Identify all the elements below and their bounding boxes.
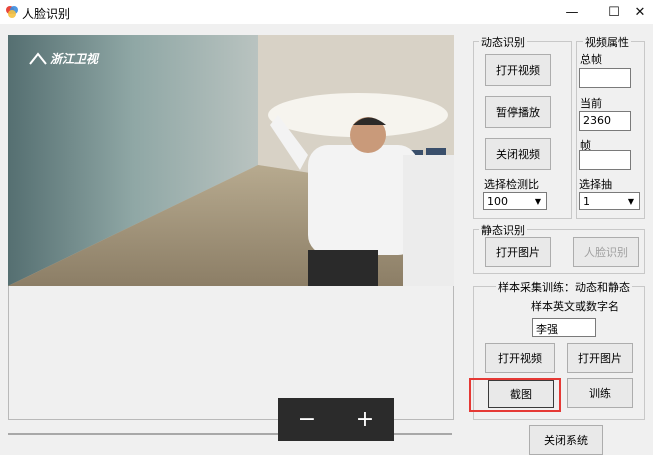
- detection-ratio-select[interactable]: 100 ▼: [483, 192, 547, 210]
- face-recognition-button[interactable]: 人脸识别: [573, 237, 639, 267]
- pause-button[interactable]: 暂停播放: [485, 96, 551, 128]
- close-video-button[interactable]: 关闭视频: [485, 138, 551, 170]
- chevron-down-icon: ▼: [627, 196, 635, 206]
- zoom-out-button[interactable]: −: [298, 407, 316, 432]
- sample-name-field[interactable]: 李强: [532, 318, 596, 337]
- static-legend: 静态识别: [479, 222, 527, 238]
- current-frame-field[interactable]: 2360: [579, 111, 631, 131]
- total-frames-label: 总帧: [580, 53, 602, 66]
- channel-logo-text: 浙江卫视: [50, 52, 99, 66]
- close-system-button[interactable]: 关闭系统: [529, 425, 603, 455]
- detection-ratio-value: 100: [487, 195, 508, 208]
- window-title: 人脸识别: [22, 7, 71, 21]
- zoom-in-button[interactable]: +: [356, 407, 374, 432]
- sample-open-image-button[interactable]: 打开图片: [567, 343, 633, 373]
- sample-open-video-button[interactable]: 打开视频: [485, 343, 555, 373]
- capture-highlight-box: [469, 378, 561, 412]
- chevron-down-icon: ▼: [534, 196, 542, 206]
- video-frame-image: [8, 35, 454, 286]
- open-video-button[interactable]: 打开视频: [485, 54, 551, 86]
- open-image-button[interactable]: 打开图片: [485, 237, 551, 267]
- train-button[interactable]: 训练: [567, 378, 633, 408]
- frame-field[interactable]: [579, 150, 631, 170]
- total-frames-field[interactable]: [579, 68, 631, 88]
- detection-ratio-label: 选择检测比: [484, 178, 539, 191]
- sample-training-legend: 样本采集训练：动态和静态: [496, 279, 632, 295]
- dynamic-legend: 动态识别: [479, 34, 527, 50]
- channel-logo: 浙江卫视: [29, 50, 98, 67]
- sample-interval-value: 1: [583, 195, 590, 208]
- app-icon: [6, 6, 18, 18]
- channel-logo-icon: [29, 51, 47, 65]
- video-display: [8, 35, 454, 286]
- video-properties-legend: 视频属性: [583, 34, 631, 50]
- title-bar: 人脸识别 — ☐ ✕: [0, 0, 653, 24]
- sample-interval-label: 选择抽: [579, 178, 612, 191]
- current-frame-label: 当前: [580, 97, 602, 110]
- sample-interval-select[interactable]: 1 ▼: [579, 192, 640, 210]
- sample-name-label: 样本英文或数字名: [531, 300, 619, 313]
- close-button[interactable]: ✕: [622, 0, 653, 24]
- minimize-button[interactable]: —: [554, 0, 590, 24]
- zoom-control: − +: [278, 398, 394, 441]
